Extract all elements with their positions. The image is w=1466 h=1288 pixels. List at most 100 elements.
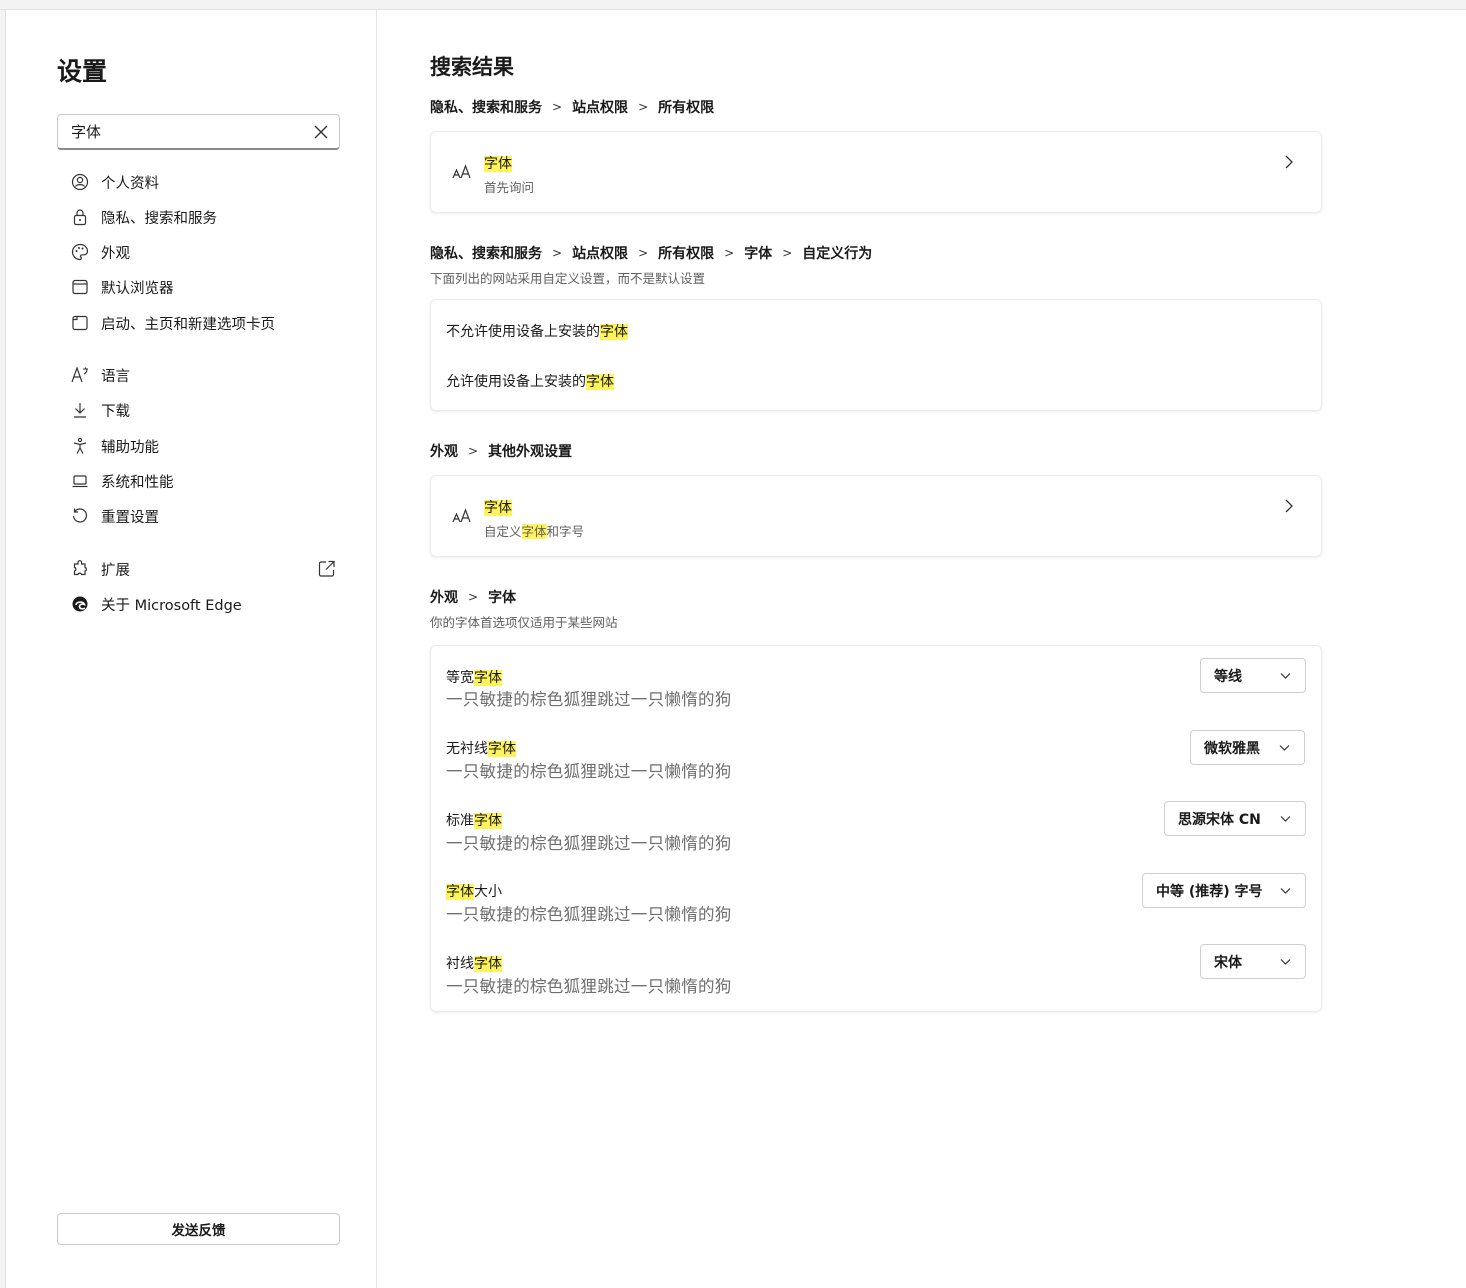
search-box — [57, 114, 340, 150]
appearance-font-card[interactable]: 字体 自定义字体和字号 — [430, 475, 1322, 557]
font-size-select[interactable]: 中等 (推荐) 字号 — [1142, 873, 1306, 908]
font-size-label: 字体大小 — [446, 884, 502, 900]
sidebar-item-language[interactable]: 语言 — [70, 360, 340, 390]
serif-font-label: 衬线字体 — [446, 956, 502, 972]
sidebar-item-default-browser[interactable]: 默认浏览器 — [70, 272, 340, 302]
sidebar-item-label: 启动、主页和新建选项卡页 — [101, 316, 275, 333]
chevron-down-icon — [1279, 745, 1290, 751]
breadcrumb-separator: > — [638, 246, 649, 260]
breadcrumb-item[interactable]: 外观 — [430, 587, 458, 607]
sidebar-item-label: 关于 Microsoft Edge — [101, 597, 242, 614]
breadcrumb-item[interactable]: 站点权限 — [572, 243, 628, 263]
breadcrumb-item[interactable]: 所有权限 — [658, 97, 714, 117]
page-title: 搜索结果 — [430, 55, 514, 79]
font-sample-text: 一只敏捷的棕色狐狸跳过一只懒惰的狗 — [446, 977, 732, 996]
lock-icon — [70, 207, 90, 227]
sidebar-item-label: 外观 — [101, 245, 130, 262]
font-aa-icon — [452, 508, 471, 523]
chevron-right-icon[interactable] — [1283, 498, 1295, 514]
breadcrumb-separator: > — [468, 590, 479, 604]
custom-behavior-card: 不允许使用设备上安装的字体 允许使用设备上安装的字体 — [430, 299, 1322, 411]
sidebar-item-label: 下载 — [101, 403, 130, 420]
sidebar-item-reset[interactable]: 重置设置 — [70, 501, 340, 531]
language-icon — [70, 365, 90, 385]
breadcrumb-separator: > — [468, 444, 479, 458]
breadcrumb-item[interactable]: 外观 — [430, 441, 458, 461]
monospace-font-select[interactable]: 等线 — [1200, 658, 1306, 693]
breadcrumb-separator: > — [552, 100, 563, 114]
font-sample-text: 一只敏捷的棕色狐狸跳过一只懒惰的狗 — [446, 905, 732, 924]
breadcrumb-item[interactable]: 其他外观设置 — [488, 441, 572, 461]
sidebar-item-system[interactable]: 系统和性能 — [70, 466, 340, 496]
sidebar-item-label: 系统和性能 — [101, 474, 174, 491]
external-link-icon[interactable] — [317, 559, 337, 579]
breadcrumb: 外观 > 其他外观设置 — [430, 441, 572, 461]
chevron-right-icon[interactable] — [1283, 154, 1295, 170]
breadcrumb-item[interactable]: 所有权限 — [658, 243, 714, 263]
sidebar-item-label: 语言 — [101, 368, 130, 385]
sidebar-item-appearance[interactable]: 外观 — [70, 237, 340, 267]
sidebar-item-privacy[interactable]: 隐私、搜索和服务 — [70, 202, 340, 232]
sidebar-item-label: 扩展 — [101, 562, 130, 579]
block-fonts-row[interactable]: 不允许使用设备上安装的字体 — [446, 321, 628, 341]
sidebar-item-accessibility[interactable]: 辅助功能 — [70, 431, 340, 461]
laptop-icon — [70, 471, 90, 491]
font-sample-text: 一只敏捷的棕色狐狸跳过一只懒惰的狗 — [446, 762, 732, 781]
chevron-down-icon — [1280, 888, 1291, 894]
breadcrumb-separator: > — [782, 246, 793, 260]
search-input[interactable] — [58, 115, 298, 148]
card-subtitle: 首先询问 — [484, 180, 535, 195]
close-icon[interactable] — [311, 122, 331, 142]
breadcrumb-item[interactable]: 字体 — [488, 587, 516, 607]
send-feedback-button[interactable]: 发送反馈 — [57, 1213, 340, 1245]
breadcrumb-item[interactable]: 字体 — [744, 243, 772, 263]
profile-icon — [70, 172, 90, 192]
standard-font-select[interactable]: 思源宋体 CN — [1164, 801, 1306, 836]
breadcrumb-item[interactable]: 自定义行为 — [802, 243, 872, 263]
breadcrumb-item[interactable]: 隐私、搜索和服务 — [430, 243, 542, 263]
standard-font-label: 标准字体 — [446, 813, 502, 829]
breadcrumb-separator: > — [724, 246, 735, 260]
card-title: 字体 — [484, 156, 512, 172]
card-title: 字体 — [484, 500, 512, 516]
breadcrumb-separator: > — [638, 100, 649, 114]
home-icon — [70, 313, 90, 333]
section-description: 下面列出的网站采用自定义设置，而不是默认设置 — [430, 271, 706, 286]
chevron-down-icon — [1280, 673, 1291, 679]
sidebar-item-label: 个人资料 — [101, 175, 159, 192]
reset-icon — [70, 506, 90, 526]
search-results-pane: 搜索结果 隐私、搜索和服务 > 站点权限 > 所有权限 字体 首先询问 隐私、搜… — [378, 10, 1466, 1288]
sidebar-item-downloads[interactable]: 下载 — [70, 395, 340, 425]
settings-window: 设置 个人资料 隐私、搜索和服务 外观 — [5, 10, 1466, 1288]
breadcrumb-separator: > — [552, 246, 563, 260]
sidebar-item-extensions[interactable]: 扩展 — [70, 554, 340, 584]
sidebar-item-label: 重置设置 — [101, 509, 159, 526]
serif-font-select[interactable]: 宋体 — [1200, 944, 1306, 979]
accessibility-icon — [70, 436, 90, 456]
browser-icon — [70, 277, 90, 297]
allow-fonts-row[interactable]: 允许使用设备上安装的字体 — [446, 371, 614, 391]
download-icon — [70, 400, 90, 420]
breadcrumb: 外观 > 字体 — [430, 587, 516, 607]
extension-icon — [70, 559, 90, 579]
font-permission-card[interactable]: 字体 首先询问 — [430, 131, 1322, 213]
card-subtitle: 自定义字体和字号 — [484, 524, 585, 539]
sidebar-item-label: 隐私、搜索和服务 — [101, 210, 217, 227]
sidebar: 设置 个人资料 隐私、搜索和服务 外观 — [6, 10, 377, 1288]
chevron-down-icon — [1280, 816, 1291, 822]
font-sample-text: 一只敏捷的棕色狐狸跳过一只懒惰的狗 — [446, 690, 732, 709]
palette-icon — [70, 242, 90, 262]
breadcrumb-item[interactable]: 站点权限 — [572, 97, 628, 117]
font-settings-card: 等宽字体 一只敏捷的棕色狐狸跳过一只懒惰的狗 等线 无衬线字体 一只敏捷的棕色狐… — [430, 645, 1322, 1012]
browser-top-strip — [0, 0, 1466, 10]
sidebar-item-about[interactable]: 关于 Microsoft Edge — [70, 589, 340, 619]
breadcrumb: 隐私、搜索和服务 > 站点权限 > 所有权限 > 字体 > 自定义行为 — [430, 243, 872, 263]
sidebar-item-startup[interactable]: 启动、主页和新建选项卡页 — [70, 308, 340, 338]
monospace-font-label: 等宽字体 — [446, 670, 502, 686]
sidebar-item-label: 默认浏览器 — [101, 280, 174, 297]
breadcrumb-item[interactable]: 隐私、搜索和服务 — [430, 97, 542, 117]
sidebar-item-profile[interactable]: 个人资料 — [70, 167, 340, 197]
sans-serif-font-label: 无衬线字体 — [446, 741, 516, 757]
chevron-down-icon — [1280, 959, 1291, 965]
sans-serif-font-select[interactable]: 微软雅黑 — [1190, 730, 1305, 765]
